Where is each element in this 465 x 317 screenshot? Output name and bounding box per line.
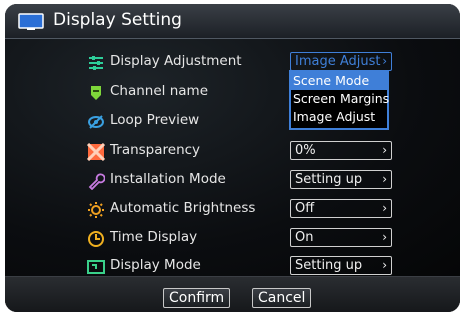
sliders-icon [87, 54, 105, 72]
display-adjustment-select[interactable]: Image Adjust › [290, 52, 392, 71]
display-mode-select[interactable]: Setting up › [290, 256, 392, 275]
monitor-icon [18, 13, 44, 31]
setting-label: Loop Preview [110, 112, 200, 128]
clock-icon [87, 230, 105, 248]
footer-bar: Confirm Cancel [5, 276, 460, 312]
select-value: Setting up [295, 172, 363, 187]
select-value: Off [295, 201, 315, 216]
select-value: 0% [295, 143, 316, 158]
dropdown-option-image-adjust[interactable]: Image Adjust [291, 108, 387, 126]
setting-label: Time Display [110, 229, 198, 245]
dropdown-option-scene-mode[interactable]: Scene Mode [291, 72, 387, 90]
setting-row-installation-mode[interactable]: Installation Mode Setting up › [5, 167, 460, 195]
display-setting-window: Display Setting Display Adjustment Image… [5, 4, 460, 312]
installation-mode-select[interactable]: Setting up › [290, 170, 392, 189]
chevron-right-icon: › [382, 172, 387, 186]
brightness-icon [87, 201, 105, 219]
setting-label: Display Adjustment [110, 53, 242, 69]
transparency-select[interactable]: 0% › [290, 141, 392, 160]
chevron-right-icon: › [382, 54, 387, 68]
setting-row-loop-preview[interactable]: Loop Preview [5, 108, 460, 136]
setting-row-display-adjustment[interactable]: Display Adjustment Image Adjust › [5, 49, 460, 77]
chevron-right-icon: › [382, 143, 387, 157]
cancel-button[interactable]: Cancel [252, 288, 312, 308]
display-adjustment-dropdown: Scene Mode Screen Margins Image Adjust [289, 70, 389, 130]
setting-label: Channel name [110, 83, 209, 99]
select-value: Image Adjust [295, 54, 381, 69]
select-value: Setting up [295, 258, 363, 273]
confirm-button[interactable]: Confirm [163, 288, 231, 308]
setting-row-time-display[interactable]: Time Display On › [5, 225, 460, 253]
chevron-right-icon: › [382, 258, 387, 272]
chevron-right-icon: › [382, 230, 387, 244]
setting-row-transparency[interactable]: Transparency 0% › [5, 138, 460, 166]
setting-row-automatic-brightness[interactable]: Automatic Brightness Off › [5, 196, 460, 224]
select-value: On [295, 230, 314, 245]
setting-label: Automatic Brightness [110, 200, 256, 216]
window-title: Display Setting [53, 10, 182, 30]
setting-label: Display Mode [110, 257, 201, 273]
time-display-select[interactable]: On › [290, 228, 392, 247]
title-bar: Display Setting [5, 4, 460, 39]
setting-label: Installation Mode [110, 171, 226, 187]
chevron-right-icon: › [382, 201, 387, 215]
wrench-icon [87, 172, 106, 191]
transparency-icon [86, 142, 106, 162]
display-mode-icon [87, 258, 105, 276]
settings-panel: Display Adjustment Image Adjust › Channe… [5, 39, 460, 276]
automatic-brightness-select[interactable]: Off › [290, 199, 392, 218]
dropdown-option-screen-margins[interactable]: Screen Margins [291, 90, 389, 108]
loop-icon [87, 113, 105, 131]
setting-row-channel-name[interactable]: Channel name [5, 79, 460, 107]
setting-label: Transparency [110, 142, 201, 158]
badge-icon [87, 84, 105, 102]
